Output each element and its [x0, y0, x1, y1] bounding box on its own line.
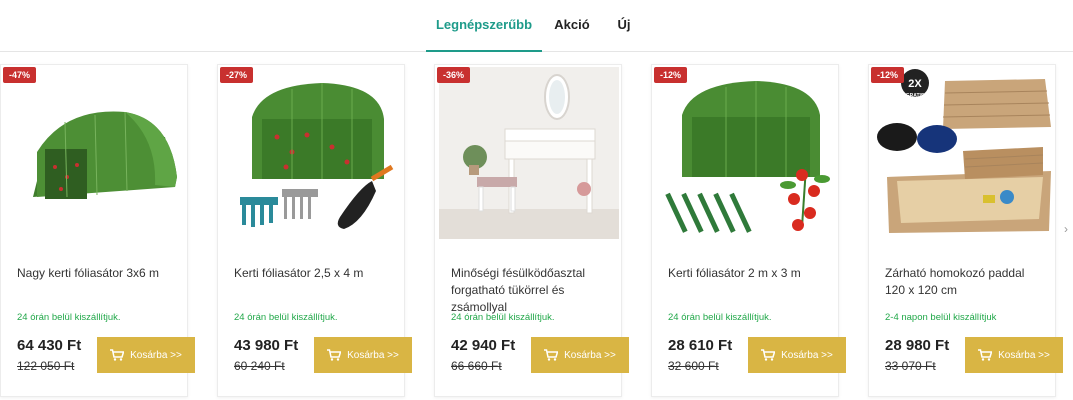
dressing-table-image [439, 67, 619, 239]
product-price: 28 610 Ft [668, 337, 733, 354]
greenhouse-image [5, 67, 185, 239]
discount-badge: -36% [437, 67, 471, 83]
delivery-info: 24 órán belül kiszállítjuk. [234, 312, 338, 323]
product-card[interactable]: -12% 2X GRATIS Zárható homokozó paddal 1… [868, 64, 1063, 397]
product-title[interactable]: Zárható homokozó paddal 120 x 120 cm [885, 265, 1047, 299]
chevron-right-icon[interactable]: › [1064, 222, 1073, 240]
add-to-cart-button[interactable]: Kosárba >> [748, 337, 846, 373]
cart-icon [761, 349, 776, 361]
product-card[interactable]: -36% Minőségi fésülködőasztal forgatható… [434, 64, 629, 397]
old-price: 33 070 Ft [885, 359, 936, 373]
cart-icon [978, 349, 993, 361]
product-price: 43 980 Ft [234, 337, 299, 354]
tab-new[interactable]: Új [606, 0, 642, 52]
product-title[interactable]: Kerti fóliasátor 2,5 x 4 m [234, 265, 396, 282]
product-image[interactable] [439, 67, 619, 239]
old-price: 122 050 Ft [17, 359, 75, 373]
product-title[interactable]: Minőségi fésülködőasztal forgatható tükö… [451, 265, 613, 316]
add-to-cart-button[interactable]: Kosárba >> [531, 337, 629, 373]
delivery-info: 2-4 napon belül kiszállítjuk [885, 312, 997, 323]
discount-badge: -12% [871, 67, 905, 83]
cart-label: Kosárba >> [781, 349, 833, 361]
delivery-info: 24 órán belül kiszállítjuk. [668, 312, 772, 323]
product-card[interactable]: -12% Kerti fóliasátor 2 m x 3 m 24 órán … [651, 64, 846, 397]
cart-label: Kosárba >> [130, 349, 182, 361]
product-title[interactable]: Nagy kerti fóliasátor 3x6 m [17, 265, 179, 282]
cart-icon [327, 349, 342, 361]
tab-sale[interactable]: Akció [548, 0, 596, 52]
add-to-cart-button[interactable]: Kosárba >> [965, 337, 1063, 373]
greenhouse-tools-image [222, 67, 402, 239]
discount-badge: -12% [654, 67, 688, 83]
product-card[interactable]: -27% Kerti fóliasátor 2,5 x 4 m 24 órán … [217, 64, 412, 397]
add-to-cart-button[interactable]: Kosárba >> [314, 337, 412, 373]
product-card[interactable]: -47% Nagy kerti fóliasátor 3x6 m 24 órán… [0, 64, 195, 397]
product-title[interactable]: Kerti fóliasátor 2 m x 3 m [668, 265, 830, 282]
delivery-info: 24 órán belül kiszállítjuk. [17, 312, 121, 323]
cart-label: Kosárba >> [347, 349, 399, 361]
product-image[interactable] [5, 67, 185, 239]
add-to-cart-button[interactable]: Kosárba >> [97, 337, 195, 373]
greenhouse-tomato-image [656, 67, 836, 239]
old-price: 32 600 Ft [668, 359, 719, 373]
product-price: 42 940 Ft [451, 337, 516, 354]
image-badge-text: 2X [908, 78, 922, 90]
product-tabs: Legnépszerűbb Akció Új [0, 0, 1073, 52]
image-badge-subtext: GRATIS [906, 93, 925, 99]
product-image[interactable] [656, 67, 836, 239]
old-price: 60 240 Ft [234, 359, 285, 373]
cart-icon [110, 349, 125, 361]
cart-icon [544, 349, 559, 361]
delivery-info: 24 órán belül kiszállítjuk. [451, 312, 555, 323]
product-image[interactable] [222, 67, 402, 239]
cart-label: Kosárba >> [998, 349, 1050, 361]
sandbox-image: 2X GRATIS [873, 67, 1053, 239]
discount-badge: -27% [220, 67, 254, 83]
product-price: 28 980 Ft [885, 337, 950, 354]
product-price: 64 430 Ft [17, 337, 82, 354]
tab-most-popular[interactable]: Legnépszerűbb [426, 0, 542, 52]
old-price: 66 660 Ft [451, 359, 502, 373]
product-image[interactable]: 2X GRATIS [873, 67, 1053, 239]
discount-badge: -47% [3, 67, 37, 83]
cart-label: Kosárba >> [564, 349, 616, 361]
